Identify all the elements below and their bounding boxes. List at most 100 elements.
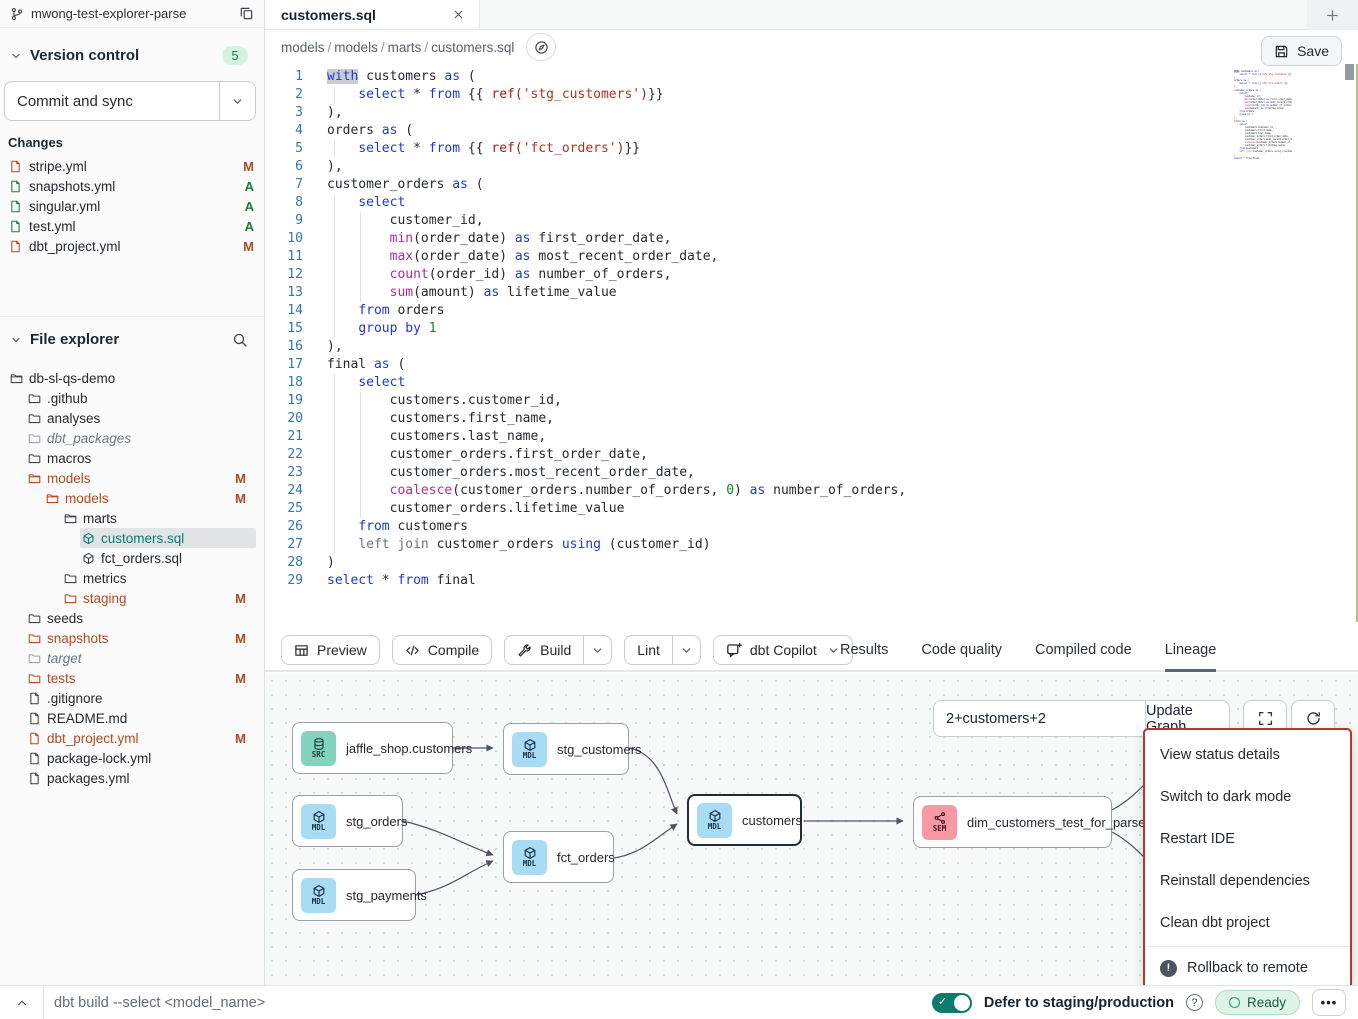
menu-item-reinstall-dependencies[interactable]: Reinstall dependencies — [1145, 860, 1350, 902]
tab-lineage[interactable]: Lineage — [1165, 630, 1217, 672]
tree-item-dbt-packages[interactable]: dbt_packages — [0, 428, 264, 448]
node-badge-mdl: MDL — [301, 878, 336, 913]
lint-button[interactable]: Lint — [624, 635, 701, 665]
save-label: Save — [1297, 43, 1329, 59]
tree-item-metrics[interactable]: metrics — [0, 568, 264, 588]
tree-item-staging[interactable]: stagingM — [0, 588, 264, 608]
tab-code-quality[interactable]: Code quality — [921, 630, 1002, 672]
lint-dropdown-button[interactable] — [672, 636, 700, 664]
tab-results[interactable]: Results — [840, 630, 888, 672]
sidebar-divider — [0, 316, 264, 317]
tree-item-db-sl-qs-demo[interactable]: db-sl-qs-demo — [0, 368, 264, 388]
lineage-selector-input[interactable] — [934, 701, 1145, 736]
chevron-down-icon[interactable] — [10, 334, 22, 346]
file-icon — [28, 772, 41, 785]
change-row[interactable]: stripe.ymlM — [0, 156, 264, 176]
tree-item-tests[interactable]: testsM — [0, 668, 264, 688]
scrollbar-thumb[interactable] — [1345, 64, 1354, 80]
node-badge-label: MDL — [312, 824, 326, 832]
build-dropdown-button[interactable] — [583, 636, 611, 664]
tree-item-label: snapshots — [47, 631, 109, 646]
tab-customers-sql[interactable]: customers.sql — [265, 0, 480, 29]
tree-item-snapshots[interactable]: snapshotsM — [0, 628, 264, 648]
tab-compiled-code[interactable]: Compiled code — [1035, 630, 1132, 672]
lineage-node-fct-orders[interactable]: MDLfct_orders — [503, 831, 614, 883]
lineage-node-customers[interactable]: MDLcustomers — [687, 794, 802, 846]
change-row[interactable]: dbt_project.ymlM — [0, 236, 264, 256]
line-number: 17 — [265, 356, 303, 374]
more-options-button[interactable]: ••• — [1312, 989, 1346, 1016]
version-control-title: Version control — [30, 47, 139, 64]
breadcrumb-segment[interactable]: customers.sql — [431, 40, 514, 55]
tree-item-fct-orders-sql[interactable]: fct_orders.sql — [0, 548, 264, 568]
compile-button[interactable]: Compile — [392, 635, 492, 665]
menu-item-view-status-details[interactable]: View status details — [1145, 734, 1350, 776]
commit-dropdown-button[interactable] — [219, 82, 255, 120]
commit-and-sync-button[interactable]: Commit and sync — [4, 81, 256, 121]
code-line: 10 min(order_date) as first_order_date, — [265, 230, 1358, 248]
dbt-copilot-button[interactable]: dbt Copilot — [713, 635, 853, 665]
node-label: jaffle_shop.customers — [346, 741, 472, 756]
circle-icon — [1229, 997, 1240, 1008]
menu-item-rollback-to-remote[interactable]: !Rollback to remote — [1145, 947, 1350, 985]
tree-item-packages-yml[interactable]: packages.yml — [0, 768, 264, 788]
tree-item-package-lock-yml[interactable]: package-lock.yml — [0, 748, 264, 768]
copy-icon[interactable] — [239, 6, 254, 21]
change-row[interactable]: snapshots.ymlA — [0, 176, 264, 196]
chevron-down-icon — [827, 644, 840, 657]
build-button[interactable]: Build — [504, 635, 612, 665]
breadcrumb-segment[interactable]: marts — [388, 40, 422, 55]
lineage-node-stg-orders[interactable]: MDLstg_orders — [292, 795, 403, 847]
tree-item-models[interactable]: modelsM — [0, 468, 264, 488]
chevron-down-icon[interactable] — [10, 50, 22, 62]
refresh-icon — [1305, 710, 1322, 727]
defer-toggle[interactable]: ✓ — [932, 993, 972, 1013]
search-icon[interactable] — [232, 332, 248, 348]
command-input[interactable]: dbt build --select <model_name> — [44, 995, 932, 1011]
tree-item--github[interactable]: .github — [0, 388, 264, 408]
menu-item-switch-to-dark-mode[interactable]: Switch to dark mode — [1145, 776, 1350, 818]
help-icon[interactable]: ? — [1186, 994, 1203, 1011]
breadcrumb-segment[interactable]: models — [281, 40, 325, 55]
tree-item-models[interactable]: modelsM — [0, 488, 264, 508]
version-control-header[interactable]: Version control 5 — [0, 46, 264, 65]
lineage-node-dim-customers-test-for-parse[interactable]: SEMdim_customers_test_for_parse — [913, 796, 1112, 848]
tree-item-marts[interactable]: marts — [0, 508, 264, 528]
lineage-node-stg-payments[interactable]: MDLstg_payments — [292, 869, 416, 921]
expand-command-bar-button[interactable] — [0, 986, 44, 1019]
breadcrumb-segment[interactable]: models — [334, 40, 378, 55]
tree-item-label: packages.yml — [47, 771, 130, 786]
status-ready-badge[interactable]: Ready — [1215, 990, 1300, 1015]
tree-item-readme-md[interactable]: README.md — [0, 708, 264, 728]
toggle-knob — [954, 995, 970, 1011]
code-line: 21 customers.last_name, — [265, 428, 1358, 446]
tree-item-target[interactable]: target — [0, 648, 264, 668]
menu-item-clean-dbt-project[interactable]: Clean dbt project — [1145, 902, 1350, 944]
explore-lineage-button[interactable] — [526, 33, 556, 61]
tree-item-seeds[interactable]: seeds — [0, 608, 264, 628]
editor-scrollbar[interactable] — [1345, 64, 1354, 622]
code-editor[interactable]: 1with customers as (2 select * from {{ r… — [265, 64, 1358, 622]
cube-icon — [312, 810, 326, 824]
new-tab-button[interactable] — [1307, 0, 1358, 30]
tree-item-analyses[interactable]: analyses — [0, 408, 264, 428]
tree-item--gitignore[interactable]: .gitignore — [0, 688, 264, 708]
code-line: 29select * from final — [265, 572, 1358, 590]
code-line: 23 customer_orders.most_recent_order_dat… — [265, 464, 1358, 482]
lineage-node-jaffle-shop-customers[interactable]: SRCjaffle_shop.customers — [292, 722, 453, 774]
tree-item-dbt-project-yml[interactable]: dbt_project.ymlM — [0, 728, 264, 748]
save-button[interactable]: Save — [1261, 36, 1342, 66]
preview-button[interactable]: Preview — [281, 635, 380, 665]
line-number: 4 — [265, 122, 303, 140]
lineage-node-stg-customers[interactable]: MDLstg_customers — [503, 723, 629, 775]
change-row[interactable]: test.ymlA — [0, 216, 264, 236]
editor-minimap[interactable]: with customers as ( select * from {{ ref… — [1234, 70, 1292, 160]
close-icon[interactable] — [452, 8, 465, 21]
copilot-label: dbt Copilot — [750, 642, 817, 658]
menu-item-restart-ide[interactable]: Restart IDE — [1145, 818, 1350, 860]
tree-item-macros[interactable]: macros — [0, 448, 264, 468]
tree-item-customers-sql[interactable]: customers.sql — [0, 528, 264, 548]
change-row[interactable]: singular.ymlA — [0, 196, 264, 216]
code-line: 5 select * from {{ ref('fct_orders')}} — [265, 140, 1358, 158]
file-explorer-header[interactable]: File explorer — [0, 331, 264, 348]
